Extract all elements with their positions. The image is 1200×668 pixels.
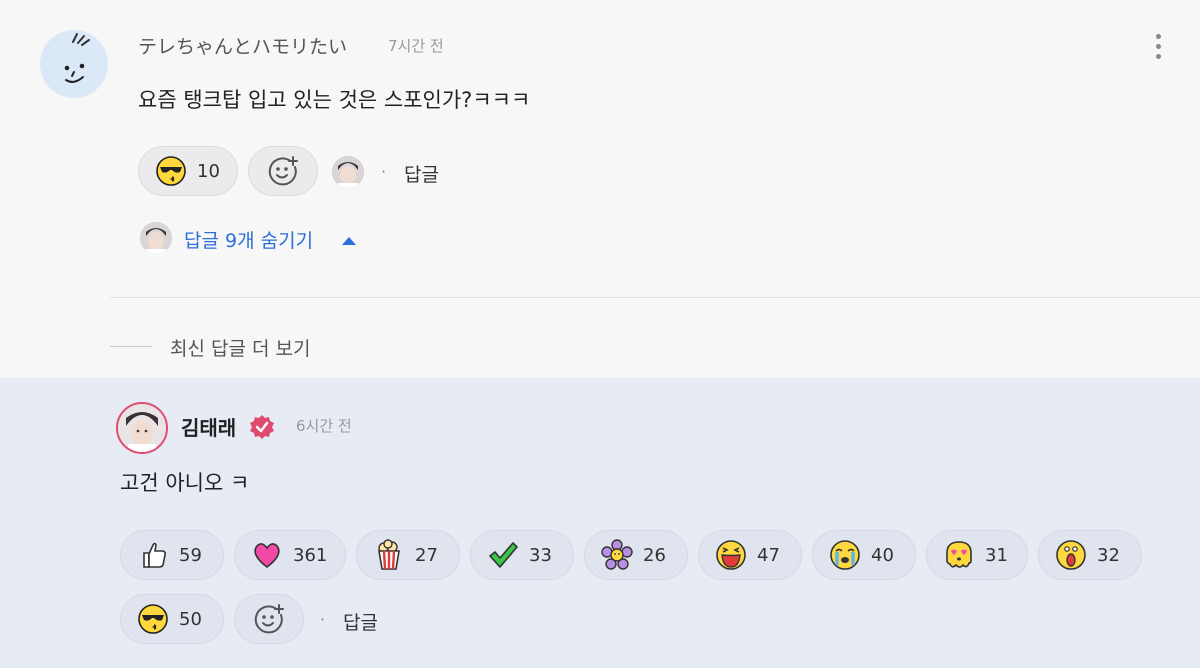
reaction-count: 26 <box>643 544 666 566</box>
reaction-button-popcorn[interactable]: 27 <box>356 530 460 580</box>
reply-username[interactable]: 김태래 <box>181 412 236 441</box>
reaction-button-crying[interactable]: 40 <box>812 530 916 580</box>
reaction-count: 47 <box>757 544 780 566</box>
heart-emoji-icon <box>254 543 280 569</box>
verified-badge-icon <box>250 415 274 439</box>
user-avatar[interactable] <box>40 30 108 98</box>
add-reaction-button[interactable] <box>234 594 304 644</box>
reaction-button-heart[interactable]: 361 <box>234 530 346 580</box>
comment-timestamp: 7시간 전 <box>388 37 444 55</box>
popcorn-emoji-icon <box>378 539 400 570</box>
reply-button[interactable]: 답글 <box>343 608 378 635</box>
reaction-button-heart-eyes[interactable]: 31 <box>926 530 1028 580</box>
artist-reacted-avatar <box>332 156 364 188</box>
thumbs-up-emoji-icon <box>143 542 167 568</box>
reaction-count: 59 <box>179 544 202 566</box>
laughing-emoji-icon <box>716 540 746 570</box>
reaction-count: 40 <box>871 544 894 566</box>
divider <box>110 346 152 347</box>
divider <box>110 297 1200 298</box>
reaction-button-thumbs-up[interactable]: 59 <box>120 530 224 580</box>
caret-up-icon[interactable] <box>342 237 356 245</box>
comment-username[interactable]: テレちゃんとハモリたい <box>138 32 347 59</box>
artist-avatar[interactable] <box>116 402 168 454</box>
add-emoji-icon <box>268 156 298 186</box>
comment-item: テレちゃんとハモリたい 7시간 전 요즘 탱크탑 입고 있는 것은 스포인가?ㅋ… <box>0 0 1200 300</box>
crying-emoji-icon <box>830 540 860 570</box>
reaction-count: 33 <box>529 544 552 566</box>
reaction-count: 10 <box>197 160 220 182</box>
reaction-button[interactable]: 10 <box>138 146 238 196</box>
doodle-face-icon <box>64 33 90 83</box>
reaction-button-sunglasses[interactable]: 50 <box>120 594 224 644</box>
sunglasses-kiss-emoji-icon <box>138 604 168 634</box>
shocked-emoji-icon <box>1056 540 1086 570</box>
more-options-icon[interactable] <box>1150 34 1166 66</box>
reaction-button-checkmark[interactable]: 33 <box>470 530 574 580</box>
reaction-count: 31 <box>985 544 1008 566</box>
sunglasses-kiss-emoji-icon <box>156 156 186 186</box>
reaction-button-flower[interactable]: 26 <box>584 530 688 580</box>
replier-avatar <box>140 222 172 254</box>
add-reaction-button[interactable] <box>248 146 318 196</box>
heart-eyes-emoji-icon <box>946 541 972 568</box>
reaction-count: 27 <box>415 544 438 566</box>
comment-text: 요즘 탱크탑 입고 있는 것은 스포인가?ㅋㅋㅋ <box>138 88 531 112</box>
reply-text: 고건 아니오 ㅋ <box>120 471 250 495</box>
checkmark-emoji-icon <box>489 542 518 568</box>
load-more-replies-link[interactable]: 최신 답글 더 보기 <box>170 334 310 361</box>
flower-emoji-icon <box>601 539 633 570</box>
reaction-button-laughing[interactable]: 47 <box>698 530 802 580</box>
reply-timestamp: 6시간 전 <box>296 417 352 435</box>
reaction-count: 32 <box>1097 544 1120 566</box>
reaction-count: 361 <box>293 544 328 566</box>
add-emoji-icon <box>254 604 284 634</box>
reaction-button-shocked[interactable]: 32 <box>1038 530 1142 580</box>
reply-button[interactable]: 답글 <box>404 160 439 187</box>
reaction-count: 50 <box>179 608 202 630</box>
hide-replies-link[interactable]: 답글 9개 숨기기 <box>184 226 313 253</box>
